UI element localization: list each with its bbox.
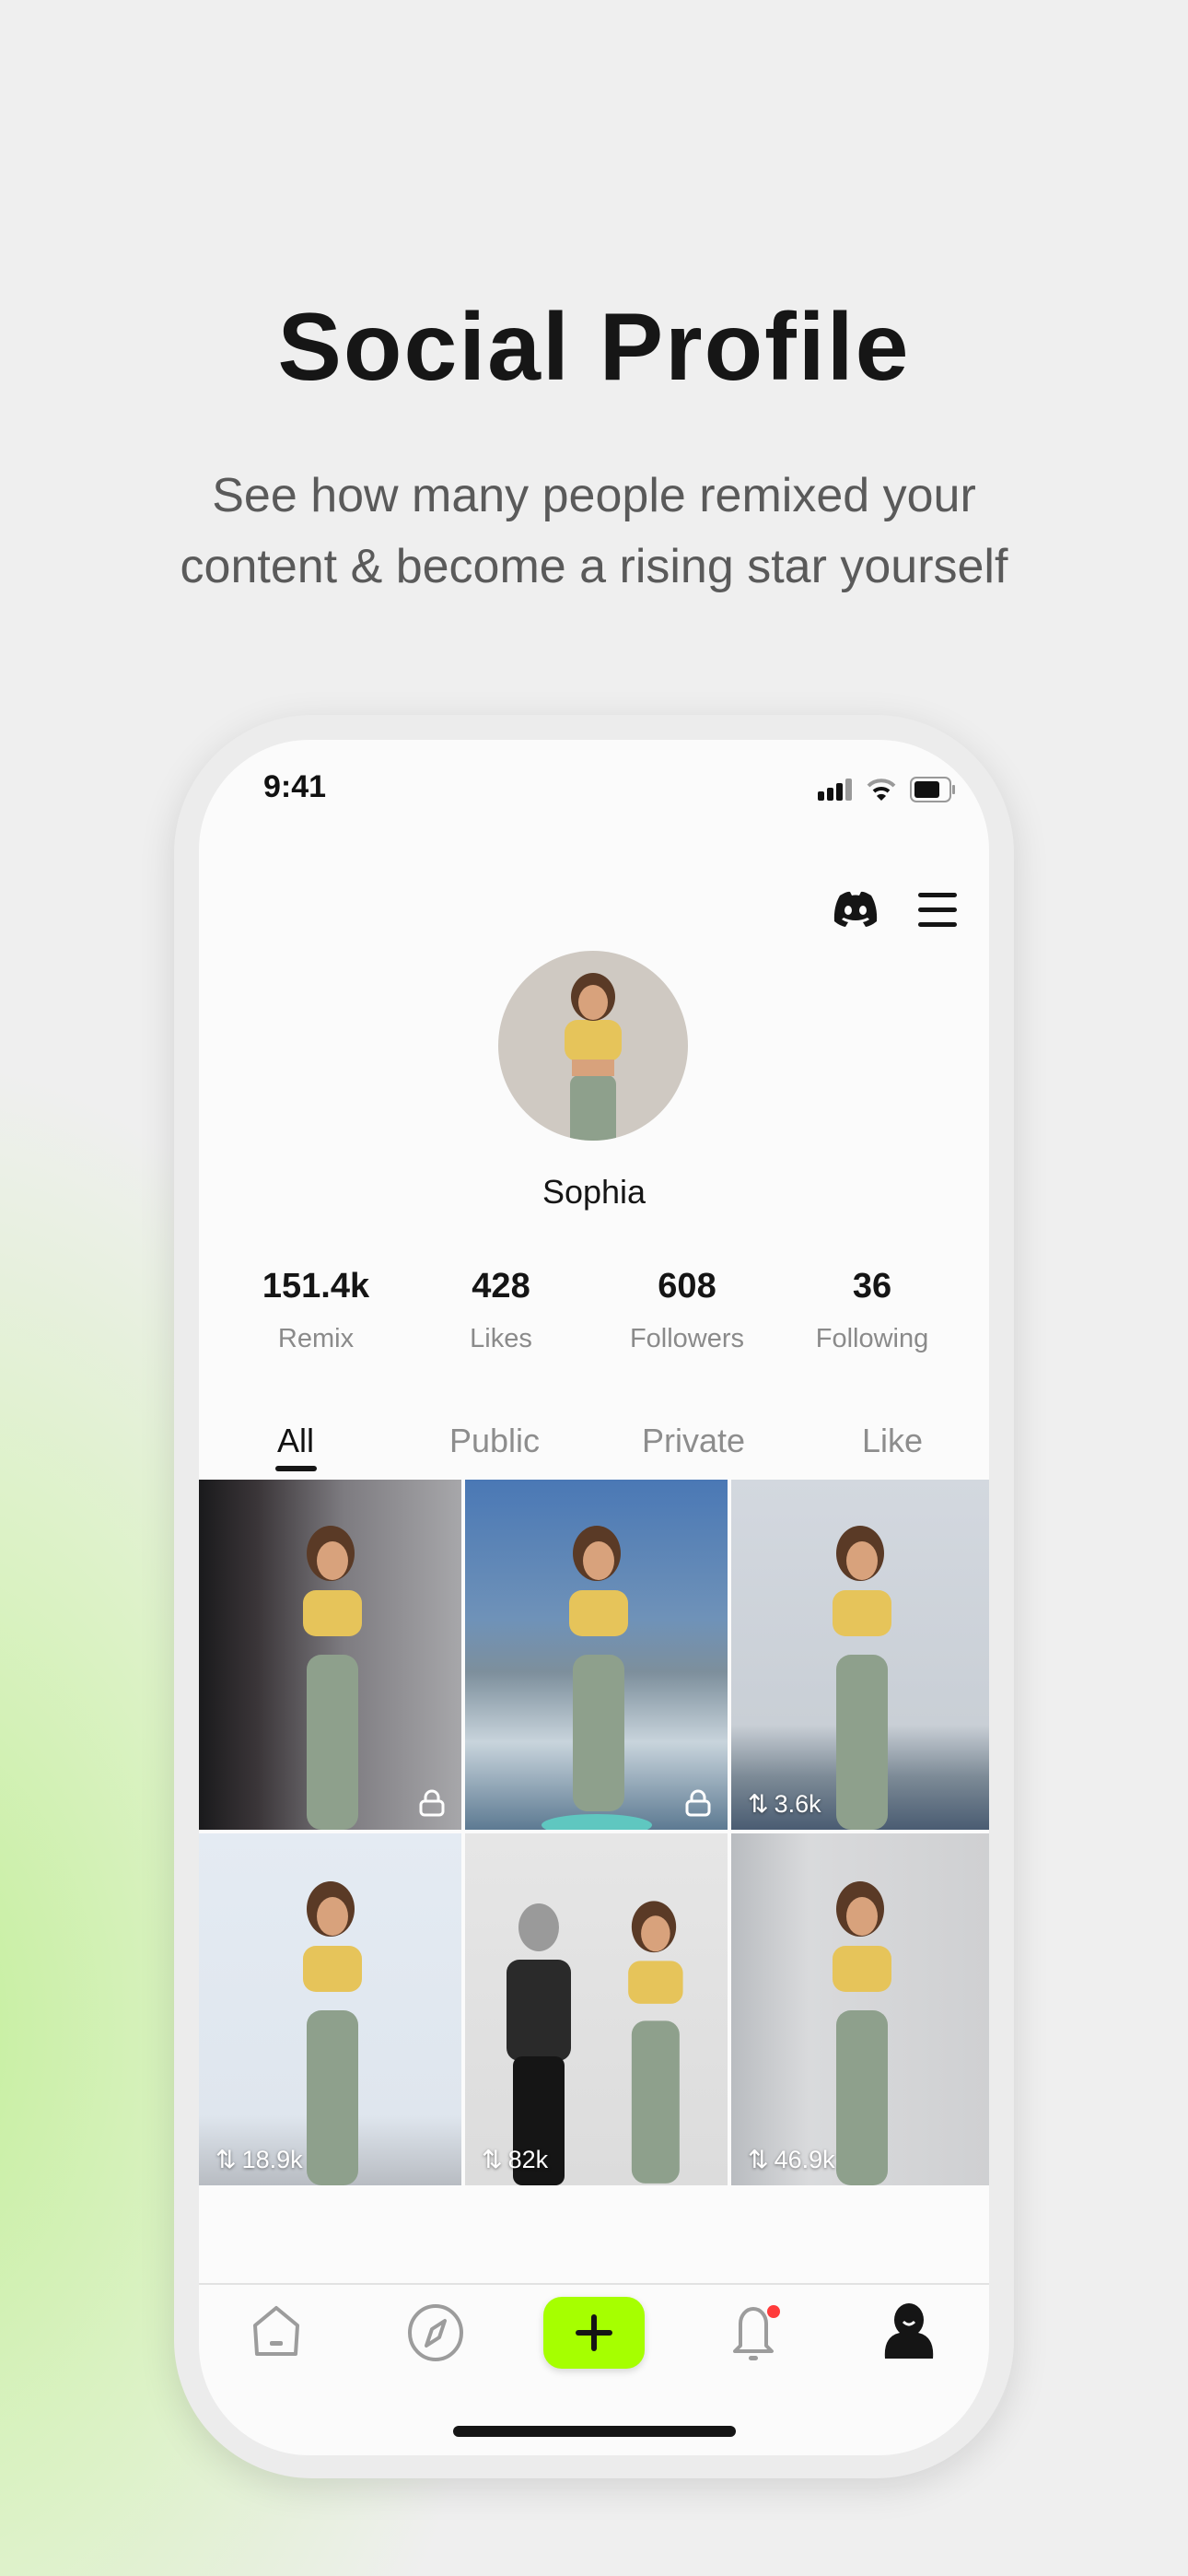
post-thumbnail[interactable]: ⇅ 82k bbox=[465, 1833, 728, 2185]
battery-icon bbox=[910, 777, 955, 802]
character-figure bbox=[833, 1881, 891, 2185]
stat-value: 428 bbox=[472, 1267, 530, 1306]
signal-icon bbox=[818, 779, 852, 801]
notification-dot bbox=[767, 2305, 780, 2318]
remix-count-badge: ⇅ 46.9k bbox=[748, 2146, 835, 2174]
character-figure bbox=[628, 1901, 683, 2184]
dancer-figure bbox=[507, 1903, 571, 2185]
remix-icon: ⇅ bbox=[215, 2146, 237, 2173]
character-figure bbox=[302, 1526, 362, 1830]
remix-count: 18.9k bbox=[241, 2146, 303, 2173]
page-subtitle: See how many people remixed your content… bbox=[0, 461, 1188, 603]
tab-private[interactable]: Private bbox=[642, 1422, 745, 1460]
stat-value: 151.4k bbox=[262, 1267, 370, 1306]
post-thumbnail[interactable] bbox=[199, 1480, 461, 1830]
stat-label: Likes bbox=[470, 1324, 532, 1353]
stat-label: Remix bbox=[277, 1324, 355, 1353]
tab-like[interactable]: Like bbox=[862, 1422, 923, 1460]
remix-icon: ⇅ bbox=[748, 1790, 769, 1818]
post-thumbnail[interactable]: ⇅ 3.6k bbox=[731, 1480, 989, 1830]
home-icon[interactable] bbox=[249, 2303, 304, 2359]
profile-name: Sophia bbox=[542, 1173, 646, 1211]
remix-icon: ⇅ bbox=[482, 2146, 503, 2173]
active-tab-indicator bbox=[275, 1466, 317, 1471]
plus-icon bbox=[576, 2314, 612, 2351]
remix-count-badge: ⇅ 3.6k bbox=[748, 1790, 821, 1819]
stat-value: 608 bbox=[658, 1267, 716, 1306]
tab-public[interactable]: Public bbox=[449, 1422, 540, 1460]
avatar[interactable] bbox=[498, 951, 688, 1141]
remix-count-badge: ⇅ 18.9k bbox=[215, 2146, 303, 2174]
home-indicator bbox=[453, 2426, 736, 2437]
remix-count: 82k bbox=[507, 2146, 549, 2173]
phone-screen: 9:41 Sophia 151.4k Remix 428 Likes 608 F… bbox=[199, 740, 989, 2455]
remix-count-badge: ⇅ 82k bbox=[482, 2146, 548, 2174]
menu-icon[interactable] bbox=[918, 891, 959, 928]
character-figure bbox=[541, 1526, 652, 1830]
remix-count: 46.9k bbox=[774, 2146, 835, 2173]
character-figure bbox=[833, 1526, 891, 1830]
stat-label: Followers bbox=[629, 1324, 745, 1353]
subtitle-line: content & become a rising star yourself bbox=[180, 540, 1008, 593]
explore-icon[interactable] bbox=[406, 2303, 465, 2362]
posts-grid: ⇅ 3.6k ⇅ 18.9k ⇅ 82k ⇅ 46.9k bbox=[199, 1480, 989, 2185]
create-button[interactable] bbox=[543, 2297, 645, 2369]
post-thumbnail[interactable] bbox=[465, 1480, 728, 1830]
stat-label: Following bbox=[815, 1324, 929, 1353]
tab-all[interactable]: All bbox=[277, 1422, 314, 1460]
status-time: 9:41 bbox=[263, 769, 327, 804]
stat-value: 36 bbox=[852, 1267, 892, 1306]
notifications-icon[interactable] bbox=[728, 2300, 783, 2364]
wifi-icon bbox=[867, 779, 896, 801]
discord-icon[interactable] bbox=[833, 890, 879, 927]
lock-icon bbox=[685, 1789, 711, 1817]
post-thumbnail[interactable]: ⇅ 18.9k bbox=[199, 1833, 461, 2185]
subtitle-line: See how many people remixed your bbox=[212, 469, 976, 522]
page-title: Social Profile bbox=[277, 294, 911, 401]
remix-count: 3.6k bbox=[774, 1790, 821, 1818]
character-figure bbox=[302, 1881, 362, 2185]
tab-bar-divider bbox=[199, 2283, 989, 2285]
remix-icon: ⇅ bbox=[748, 2146, 769, 2173]
post-thumbnail[interactable]: ⇅ 46.9k bbox=[731, 1833, 989, 2185]
lock-icon bbox=[419, 1789, 445, 1817]
profile-icon[interactable] bbox=[881, 2303, 937, 2360]
